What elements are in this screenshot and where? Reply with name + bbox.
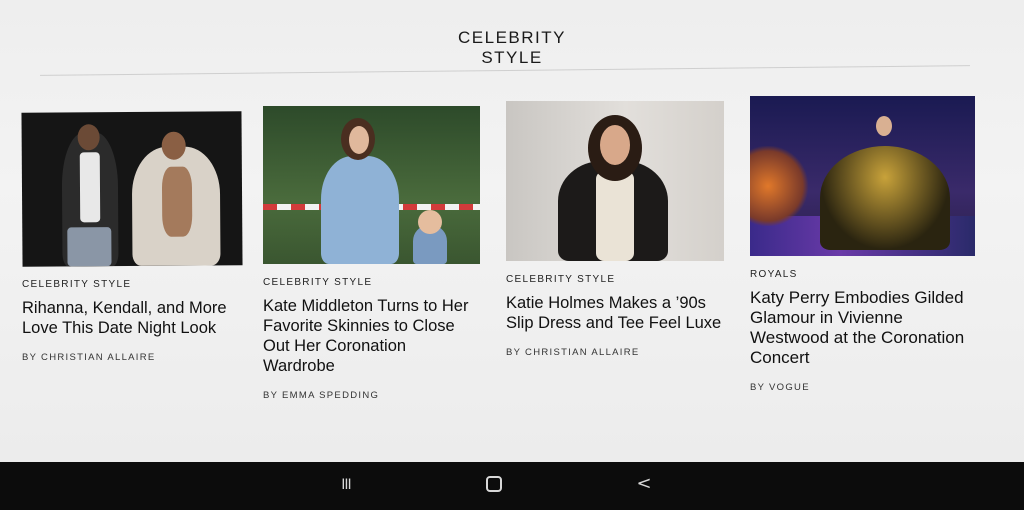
person-face	[600, 125, 630, 165]
article-card-2[interactable]: CELEBRITY STYLE Kate Middleton Turns to …	[263, 106, 480, 401]
person-body	[161, 166, 193, 237]
back-button[interactable]: <	[624, 472, 664, 496]
article-byline[interactable]: BY CHRISTIAN ALLAIRE	[22, 352, 242, 363]
article-card-1[interactable]: CELEBRITY STYLE Rihanna, Kendall, and Mo…	[21, 111, 243, 363]
article-kicker[interactable]: CELEBRITY STYLE	[22, 279, 242, 290]
article-card-3[interactable]: CELEBRITY STYLE Katie Holmes Makes a ’90…	[506, 101, 724, 358]
article-byline[interactable]: BY CHRISTIAN ALLAIRE	[506, 347, 724, 358]
browser-viewport: CELEBRITY STYLE CELEBRITY STYLE Rihanna,…	[0, 0, 1024, 462]
article-image-2[interactable]	[263, 106, 480, 264]
section-title-line1: CELEBRITY	[458, 28, 566, 47]
back-icon: <	[636, 473, 652, 494]
section-title-line2: STYLE	[481, 48, 543, 67]
home-button[interactable]	[474, 472, 514, 496]
section-title: CELEBRITY STYLE	[0, 28, 1024, 68]
jeans	[67, 227, 112, 267]
article-image-4[interactable]	[750, 96, 975, 256]
home-icon	[486, 476, 502, 492]
article-byline[interactable]: BY VOGUE	[750, 382, 980, 393]
system-navigation-bar: III <	[0, 462, 1024, 510]
person-face	[349, 126, 369, 154]
child-head	[418, 210, 442, 234]
recents-icon: III	[341, 477, 351, 493]
person-head	[77, 124, 100, 151]
article-card-4[interactable]: ROYALS Katy Perry Embodies Gilded Glamou…	[750, 96, 980, 393]
article-byline[interactable]: BY EMMA SPEDDING	[263, 390, 480, 401]
person-shirt	[79, 152, 101, 223]
article-headline[interactable]: Katy Perry Embodies Gilded Glamour in Vi…	[750, 288, 980, 368]
article-headline[interactable]: Kate Middleton Turns to Her Favorite Ski…	[263, 296, 480, 376]
article-kicker[interactable]: CELEBRITY STYLE	[506, 274, 724, 285]
performer-head	[876, 116, 892, 136]
article-headline[interactable]: Katie Holmes Makes a ’90s Slip Dress and…	[506, 293, 724, 333]
article-headline[interactable]: Rihanna, Kendall, and More Love This Dat…	[22, 298, 242, 338]
person-head	[161, 131, 186, 160]
article-kicker[interactable]: ROYALS	[750, 269, 980, 280]
recents-button[interactable]: III	[326, 472, 366, 496]
article-image-3[interactable]	[506, 101, 724, 261]
person-dress	[596, 171, 634, 261]
article-kicker[interactable]: CELEBRITY STYLE	[263, 277, 480, 288]
gown	[820, 146, 950, 250]
article-image-1[interactable]	[21, 111, 243, 267]
person-figure	[321, 156, 399, 264]
stage-warm-light	[750, 146, 810, 226]
